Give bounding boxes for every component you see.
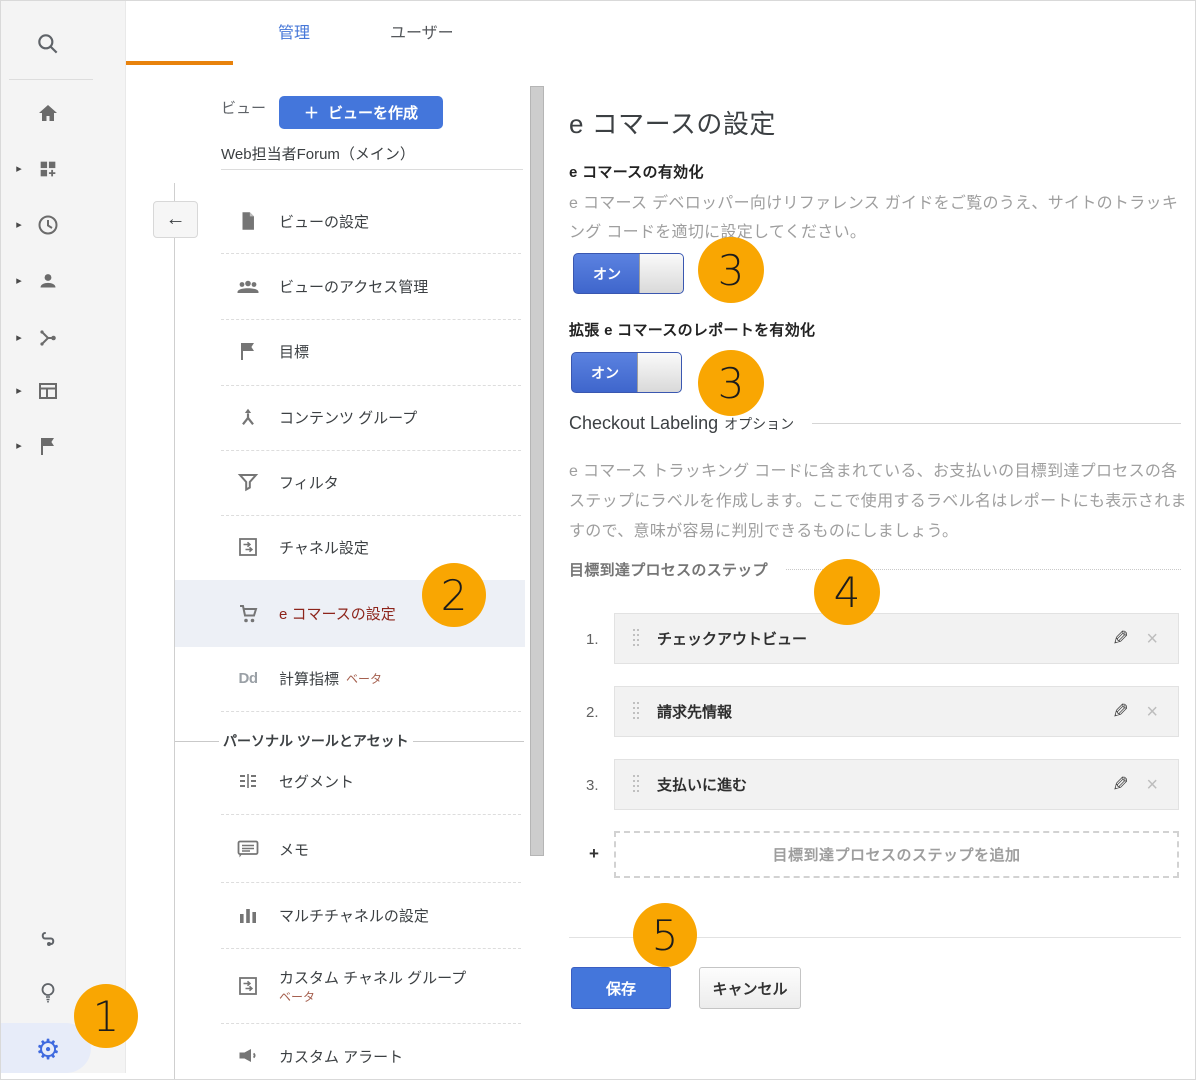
checkout-labeling-heading: Checkout Labeling オプション xyxy=(569,413,1181,434)
create-view-button[interactable]: ＋ ビューを作成 xyxy=(279,96,443,129)
annotation-badge-5: 5 xyxy=(633,903,697,967)
expand-caret-icon[interactable]: ▸ xyxy=(13,274,25,287)
delete-x-icon[interactable]: × xyxy=(1146,702,1158,722)
menu-scrollbar[interactable] xyxy=(530,86,544,856)
enhanced-ecommerce-toggle[interactable]: オン xyxy=(571,352,682,393)
menu-item-view-access[interactable]: ビューのアクセス管理 xyxy=(175,253,525,319)
beta-badge: ベータ xyxy=(346,670,382,687)
expand-caret-icon[interactable]: ▸ xyxy=(13,384,25,397)
annotation-badge-1: 1 xyxy=(74,984,138,1048)
megaphone-icon xyxy=(235,1043,261,1069)
drag-handle-icon[interactable] xyxy=(633,775,641,795)
funnel-step-row: 支払いに進む ✎ × xyxy=(614,759,1179,810)
page-title: e コマースの設定 xyxy=(569,104,776,141)
memo-icon xyxy=(235,836,261,862)
menu-item-multichannel-settings[interactable]: マルチチャネルの設定 xyxy=(175,882,525,948)
view-label: ビュー xyxy=(221,97,266,118)
dd-text-icon: Dd xyxy=(235,665,261,691)
view-name: Web担当者Forum（メイン） xyxy=(221,143,415,164)
back-arrow-icon: ← xyxy=(166,208,186,231)
tab-bar: 管理 ユーザー xyxy=(126,1,1195,67)
barchart-icon xyxy=(235,902,261,928)
nav-rail: ▸ ▸ ▸ ▸ ▸ ▸ ⚙ xyxy=(1,1,126,1073)
beta-badge: ベータ xyxy=(279,988,315,1005)
document-icon xyxy=(235,208,261,234)
expand-caret-icon[interactable]: ▸ xyxy=(13,162,25,175)
enhanced-ecommerce-heading: 拡張 e コマースのレポートを有効化 xyxy=(569,319,815,340)
delete-x-icon[interactable]: × xyxy=(1146,629,1158,649)
plus-icon: ＋ xyxy=(304,102,319,123)
active-tab-underline xyxy=(126,61,233,65)
funnel-step-row: 請求先情報 ✎ × xyxy=(614,686,1179,737)
toggle-knob[interactable] xyxy=(637,353,681,392)
annotation-badge-4: 4 xyxy=(814,559,880,625)
menu-item-filters[interactable]: フィルタ xyxy=(175,449,525,515)
annotation-badge-3: 3 xyxy=(698,350,764,416)
step-number: 1. xyxy=(586,631,610,648)
add-funnel-step-button[interactable]: 目標到達プロセスのステップを追加 xyxy=(614,831,1179,878)
edit-pencil-icon[interactable]: ✎ xyxy=(1112,772,1129,797)
insights-bulb-icon[interactable] xyxy=(35,979,61,1005)
expand-caret-icon[interactable]: ▸ xyxy=(13,218,25,231)
menu-item-content-grouping[interactable]: コンテンツ グループ xyxy=(175,384,525,450)
menu-item-custom-channel-groups[interactable]: カスタム チャネル グループ ベータ xyxy=(175,948,525,1023)
behavior-icon[interactable] xyxy=(35,378,61,404)
channel-icon xyxy=(235,534,261,560)
tab-admin[interactable]: 管理 xyxy=(278,19,310,43)
customization-icon[interactable] xyxy=(35,156,61,182)
divider xyxy=(221,814,521,815)
toggle-knob[interactable] xyxy=(639,254,683,293)
audience-icon[interactable] xyxy=(35,268,61,294)
checkout-labeling-description: e コマース トラッキング コードに含まれている、お支払いの目標到達プロセスの各… xyxy=(569,457,1189,547)
funnel-icon xyxy=(235,469,261,495)
enable-ecommerce-description: e コマース デベロッパー向けリファレンス ガイドをご覧のうえ、サイトのトラッキ… xyxy=(569,189,1189,247)
delete-x-icon[interactable]: × xyxy=(1146,775,1158,795)
acquisition-icon[interactable] xyxy=(35,325,61,351)
toggle-on-label: オン xyxy=(574,254,640,293)
save-button[interactable]: 保存 xyxy=(571,967,671,1009)
menu-item-calculated-metrics[interactable]: Dd 計算指標 ベータ xyxy=(175,647,525,709)
funnel-step-row: チェックアウトビュー ✎ × xyxy=(614,613,1179,664)
cancel-button[interactable]: キャンセル xyxy=(699,967,801,1009)
annotation-badge-3: 3 xyxy=(698,237,764,303)
expand-caret-icon[interactable]: ▸ xyxy=(13,439,25,452)
search-icon[interactable] xyxy=(35,31,61,57)
menu-item-custom-alerts[interactable]: カスタム アラート xyxy=(175,1023,525,1080)
enable-ecommerce-heading: e コマースの有効化 xyxy=(569,161,704,182)
annotation-badge-2: 2 xyxy=(422,563,486,627)
flag-icon xyxy=(235,338,261,364)
channel-icon xyxy=(235,973,261,999)
conversions-icon[interactable] xyxy=(35,433,61,459)
home-icon[interactable] xyxy=(35,100,61,126)
ecommerce-toggle[interactable]: オン xyxy=(573,253,684,294)
step-number: 3. xyxy=(586,777,610,794)
analytics-admin-page: ▸ ▸ ▸ ▸ ▸ ▸ ⚙ xyxy=(0,0,1196,1080)
merge-icon xyxy=(235,404,261,430)
admin-gear-icon[interactable]: ⚙ xyxy=(35,1037,61,1063)
drag-handle-icon[interactable] xyxy=(633,702,641,722)
tab-users[interactable]: ユーザー xyxy=(390,19,454,43)
step-number: 2. xyxy=(586,704,610,721)
menu-item-goals[interactable]: 目標 xyxy=(175,318,525,384)
drag-handle-icon[interactable] xyxy=(633,629,641,649)
segments-icon xyxy=(235,768,261,794)
expand-caret-icon[interactable]: ▸ xyxy=(13,331,25,344)
edit-pencil-icon[interactable]: ✎ xyxy=(1112,626,1129,651)
attribution-icon[interactable] xyxy=(35,926,61,952)
realtime-icon[interactable] xyxy=(35,212,61,238)
menu-item-notes[interactable]: メモ xyxy=(175,816,525,882)
menu-item-segments[interactable]: セグメント xyxy=(175,748,525,814)
divider xyxy=(221,711,521,712)
divider xyxy=(221,169,523,170)
people-icon xyxy=(235,273,261,299)
toggle-on-label: オン xyxy=(572,353,638,392)
plus-icon: + xyxy=(589,844,599,864)
edit-pencil-icon[interactable]: ✎ xyxy=(1112,699,1129,724)
rail-divider xyxy=(9,79,93,80)
cart-icon xyxy=(235,601,261,627)
back-button[interactable]: ← xyxy=(153,201,198,238)
menu-item-view-settings[interactable]: ビューの設定 xyxy=(175,188,525,254)
rule xyxy=(812,423,1181,424)
